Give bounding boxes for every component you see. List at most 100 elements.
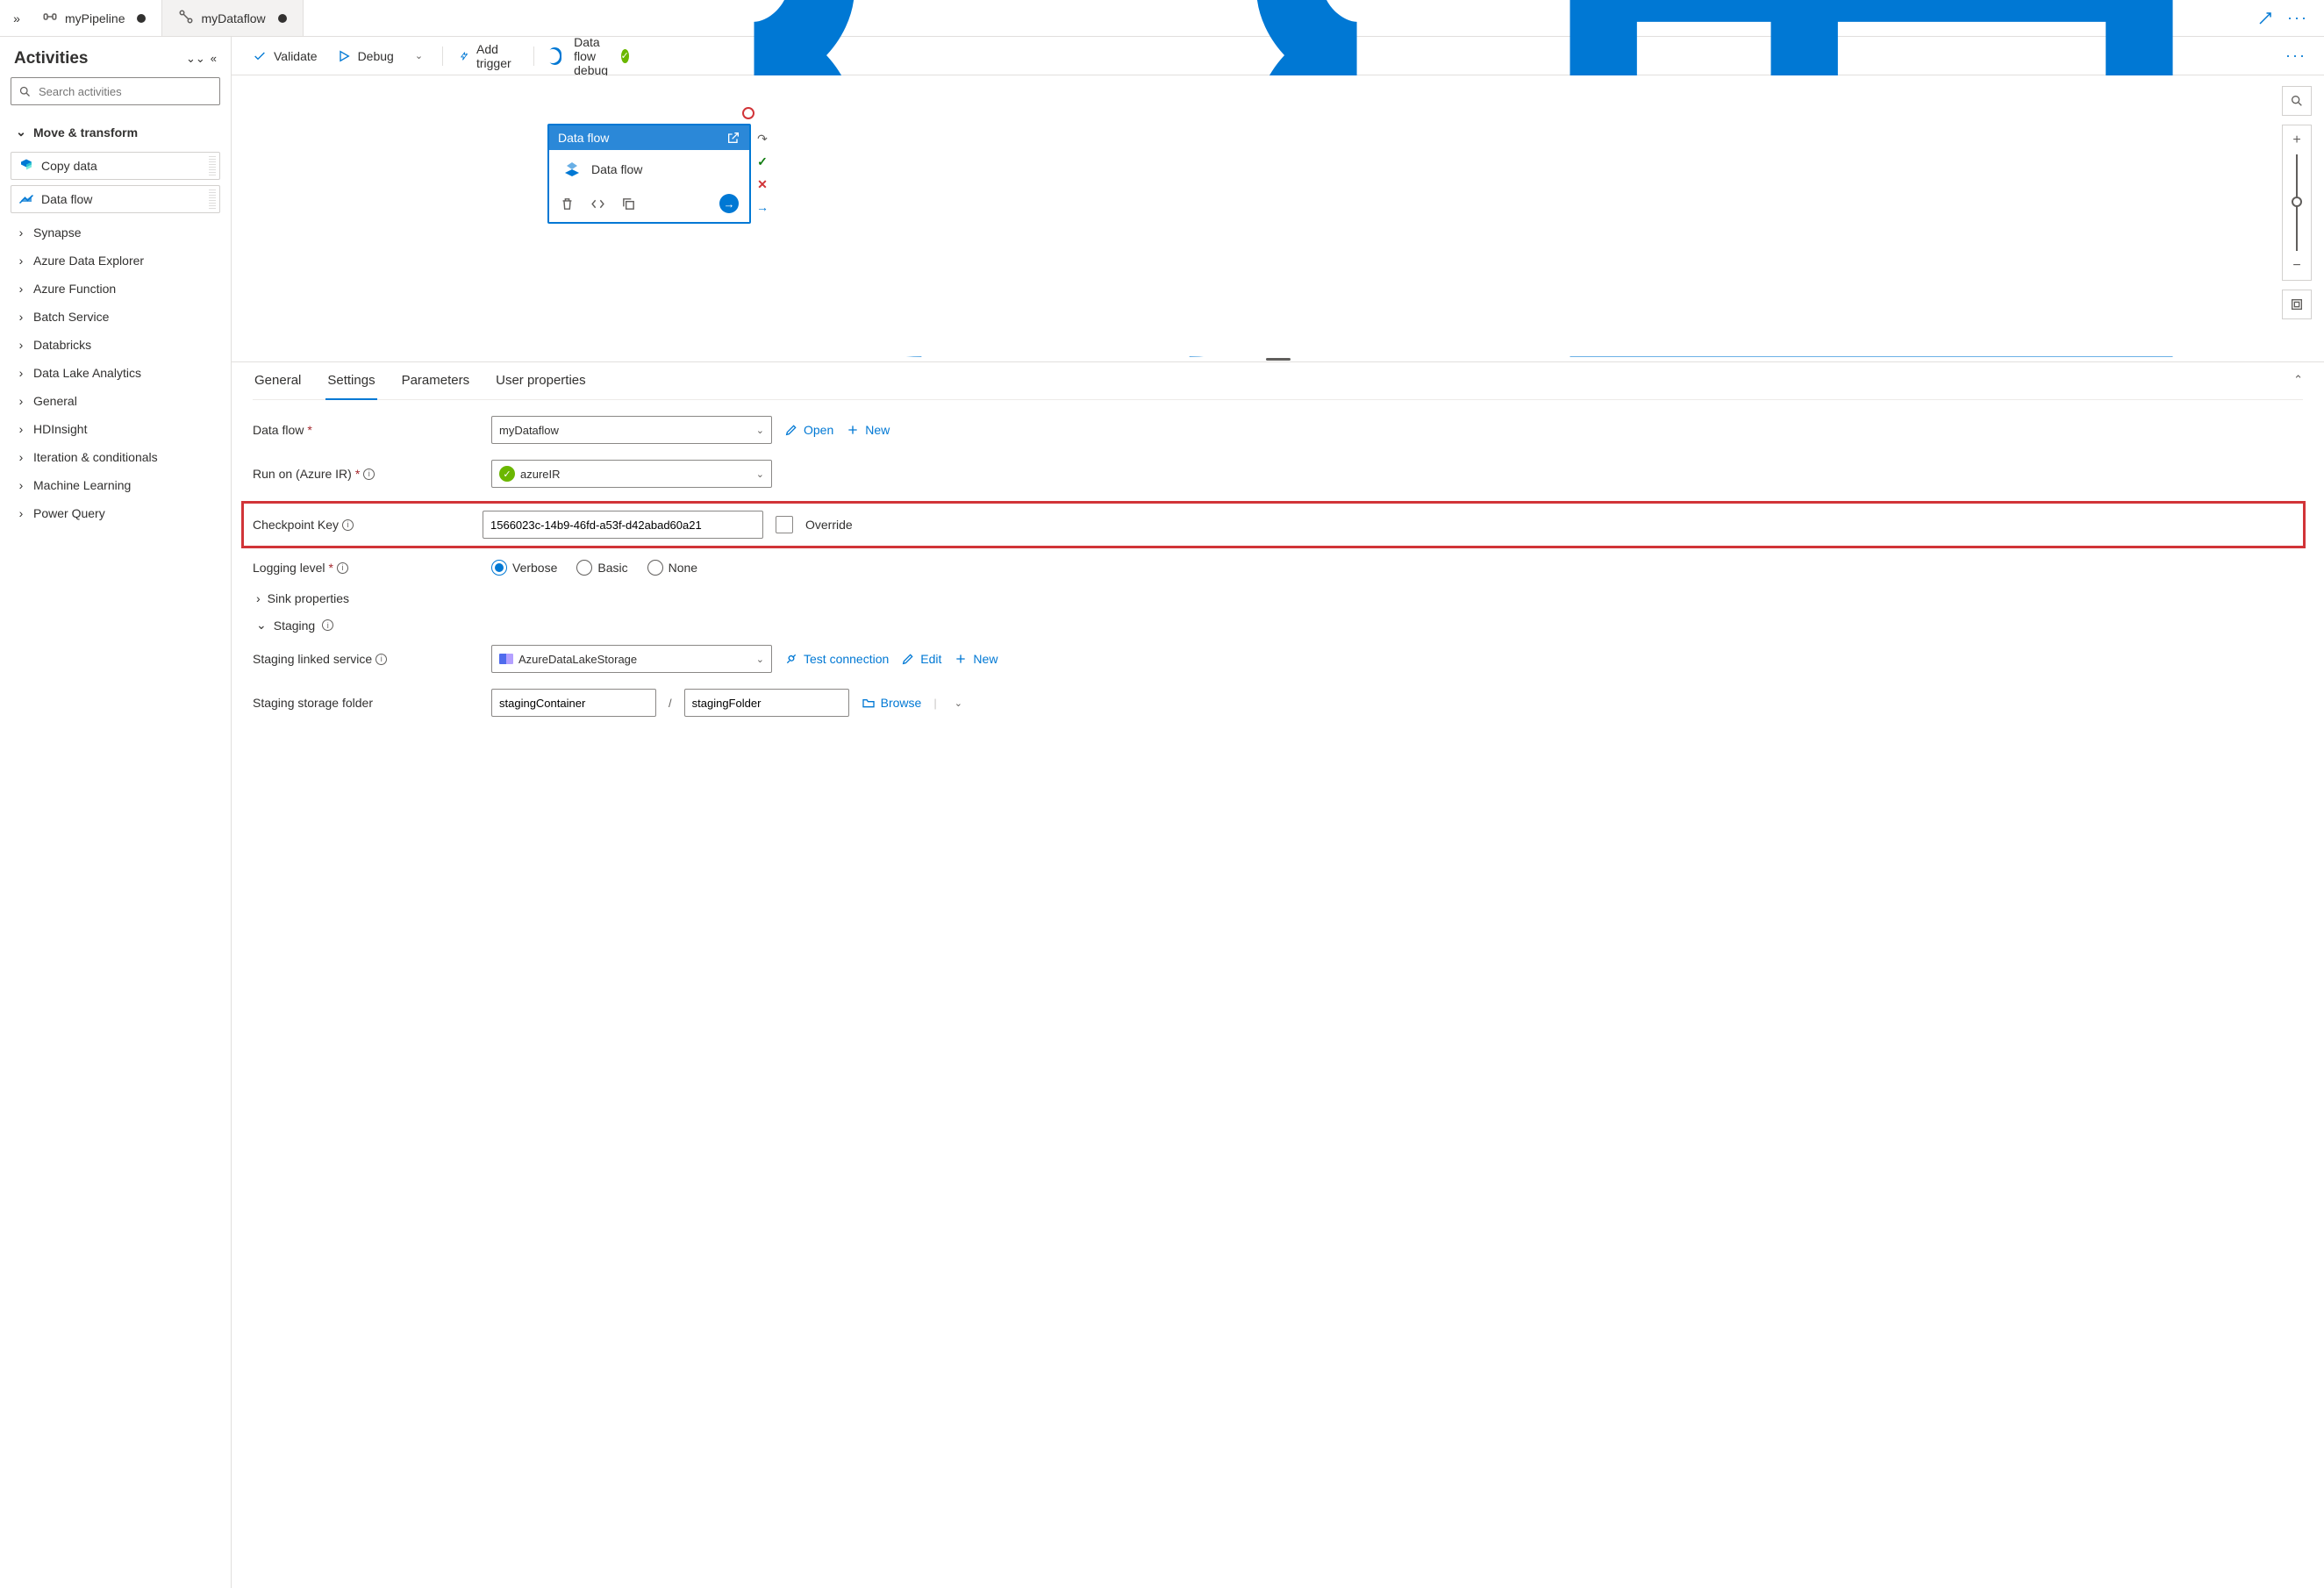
category-item[interactable]: ›Machine Learning — [11, 471, 220, 499]
chevron-right-icon: › — [16, 478, 26, 492]
category-item[interactable]: ›Batch Service — [11, 303, 220, 331]
chevron-right-icon: › — [16, 422, 26, 436]
category-item[interactable]: ›Azure Function — [11, 275, 220, 303]
staging-folder-input[interactable] — [684, 689, 849, 717]
info-icon[interactable]: i — [322, 619, 333, 631]
chevron-right-icon: › — [16, 282, 26, 296]
category-item[interactable]: ›HDInsight — [11, 415, 220, 443]
failure-path-icon[interactable]: ✕ — [755, 177, 769, 191]
debug-button[interactable]: Debug — [333, 46, 397, 67]
category-item[interactable]: ›Azure Data Explorer — [11, 247, 220, 275]
code-icon[interactable] — [590, 197, 605, 211]
breakpoint-icon[interactable] — [742, 107, 754, 119]
tab-user-properties[interactable]: User properties — [494, 362, 588, 399]
zoom-slider[interactable] — [2282, 154, 2312, 251]
staging-linked-service-select[interactable]: AzureDataLakeStorage⌄ — [491, 645, 772, 673]
dirty-indicator-icon — [137, 14, 146, 23]
tab-pipeline[interactable]: myPipeline — [26, 0, 162, 36]
logging-basic-radio[interactable]: Basic — [576, 560, 627, 576]
open-external-icon[interactable] — [726, 131, 740, 145]
chevron-right-icon: › — [16, 394, 26, 408]
zoom-search-icon[interactable] — [2282, 86, 2312, 116]
info-icon[interactable]: i — [342, 519, 354, 531]
override-checkbox[interactable] — [776, 516, 793, 533]
logging-none-radio[interactable]: None — [647, 560, 697, 576]
edit-link[interactable]: Edit — [901, 652, 941, 666]
redo-icon[interactable]: ↷ — [755, 132, 769, 146]
success-path-icon[interactable]: ✓ — [755, 154, 769, 168]
tab-label: myDataflow — [201, 11, 265, 25]
plus-icon — [846, 423, 860, 437]
browse-link[interactable]: Browse — [862, 696, 922, 710]
zoom-out-button[interactable]: − — [2282, 251, 2312, 281]
double-chevron-icon[interactable]: ⌄⌄ — [186, 52, 205, 66]
next-arrow-button[interactable]: → — [719, 194, 739, 213]
azure-ir-select[interactable]: ✓ azureIR⌄ — [491, 460, 772, 488]
tab-parameters[interactable]: Parameters — [400, 362, 472, 399]
category-item[interactable]: ›Databricks — [11, 331, 220, 359]
dataflow-activity-node[interactable]: Data flow Data flow → — [547, 124, 751, 224]
chevron-right-icon: › — [16, 254, 26, 268]
tab-label: myPipeline — [65, 11, 125, 25]
chevron-right-icon: › — [16, 506, 26, 520]
zoom-in-button[interactable]: + — [2282, 125, 2312, 154]
expand-sidebar-icon[interactable]: » — [7, 11, 26, 25]
tab-settings[interactable]: Settings — [325, 362, 376, 400]
category-item[interactable]: ›Synapse — [11, 218, 220, 247]
activity-card-data-flow[interactable]: Data flow — [11, 185, 220, 213]
more-icon[interactable]: ··· — [2287, 9, 2308, 27]
add-trigger-button[interactable]: Add trigger — [456, 39, 519, 74]
open-dataflow-link[interactable]: Open — [784, 423, 833, 437]
category-item[interactable]: ›General — [11, 387, 220, 415]
data-flow-icon — [18, 191, 34, 207]
new-dataflow-link[interactable]: New — [846, 423, 890, 437]
staging-container-input[interactable] — [491, 689, 656, 717]
chevron-right-icon: › — [16, 450, 26, 464]
delete-icon[interactable] — [560, 197, 575, 211]
checkpoint-row: Checkpoint Key i Override — [244, 504, 2303, 546]
chevron-down-icon: ⌄ — [756, 469, 764, 480]
properties-panel: General Settings Parameters User propert… — [232, 361, 2324, 1588]
staging-section[interactable]: ⌄ Staging i — [256, 618, 2303, 633]
more-icon[interactable]: ··· — [2285, 46, 2306, 65]
dataflow-debug-toggle[interactable] — [548, 47, 562, 65]
info-icon[interactable]: i — [337, 562, 348, 574]
tab-general[interactable]: General — [253, 362, 303, 399]
fit-to-screen-button[interactable] — [2282, 290, 2312, 319]
category-item[interactable]: ›Power Query — [11, 499, 220, 527]
dataflow-select[interactable]: myDataflow⌄ — [491, 416, 772, 444]
collapse-panel-icon[interactable]: ⌃ — [2293, 373, 2303, 387]
search-icon — [18, 85, 32, 98]
search-field[interactable] — [39, 85, 212, 98]
completion-path-icon[interactable]: → — [755, 200, 769, 214]
test-connection-link[interactable]: Test connection — [784, 652, 889, 666]
pencil-icon — [901, 652, 915, 666]
sink-properties-section[interactable]: › Sink properties — [256, 591, 2303, 605]
activity-card-copy-data[interactable]: Copy data — [11, 152, 220, 180]
plus-icon — [954, 652, 968, 666]
copy-icon[interactable] — [621, 197, 636, 211]
chevron-down-icon: ⌄ — [256, 618, 267, 633]
chevron-down-icon: ⌄ — [16, 125, 26, 139]
search-input[interactable] — [11, 77, 220, 105]
info-icon[interactable]: i — [375, 654, 387, 665]
chevron-down-icon: ⌄ — [756, 425, 764, 436]
tab-dataflow[interactable]: myDataflow — [162, 0, 303, 36]
category-item[interactable]: ›Data Lake Analytics — [11, 359, 220, 387]
check-icon — [253, 49, 267, 63]
panel-tabs: General Settings Parameters User propert… — [253, 362, 2303, 400]
validate-button[interactable]: Validate — [249, 46, 321, 67]
pipeline-canvas[interactable]: Data flow Data flow → ↷ ✓ ✕ — [232, 75, 2324, 356]
status-ok-icon: ✓ — [499, 466, 515, 482]
activities-sidebar: Activities ⌄⌄ « ⌄ Move & transform Copy … — [0, 37, 232, 1588]
collapse-sidebar-icon[interactable]: « — [211, 52, 217, 66]
info-icon[interactable]: i — [363, 469, 375, 480]
dataflow-icon — [178, 9, 194, 27]
logging-verbose-radio[interactable]: Verbose — [491, 560, 557, 576]
browse-dropdown-icon[interactable]: ⌄ — [949, 694, 968, 712]
checkpoint-key-input[interactable] — [483, 511, 763, 539]
new-linked-service-link[interactable]: New — [954, 652, 998, 666]
category-item[interactable]: ›Iteration & conditionals — [11, 443, 220, 471]
category-move-transform[interactable]: ⌄ Move & transform — [11, 118, 220, 147]
debug-dropdown-icon[interactable]: ⌄ — [410, 46, 428, 65]
